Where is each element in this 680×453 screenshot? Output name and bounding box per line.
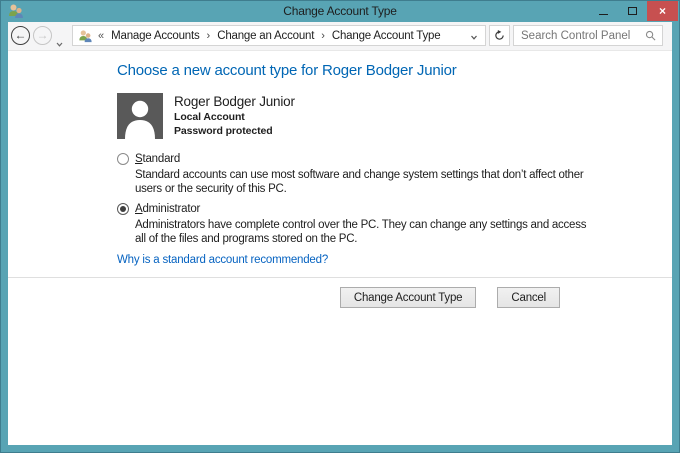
account-protection: Password protected [174, 125, 273, 137]
breadcrumb-item-manage-accounts[interactable]: Manage Accounts [109, 30, 201, 42]
option-standard-row[interactable]: Standard [117, 152, 672, 166]
titlebar[interactable]: Change Account Type × [0, 0, 680, 22]
account-name: Roger Bodger Junior [174, 94, 295, 109]
maximize-button[interactable] [618, 1, 647, 21]
account-summary: Roger Bodger Junior Local Account Passwo… [117, 93, 672, 139]
back-button[interactable]: ← [11, 26, 30, 45]
cancel-button[interactable]: Cancel [497, 287, 560, 308]
search-input[interactable] [514, 29, 645, 42]
breadcrumb-separator-icon: › [206, 29, 211, 42]
option-administrator-description: Administrators have complete control ove… [135, 219, 587, 245]
window-title: Change Account Type [283, 4, 397, 18]
refresh-button[interactable] [489, 25, 510, 46]
radio-standard[interactable] [117, 153, 129, 165]
close-icon: × [658, 4, 666, 18]
window: Change Account Type × ← → « Manage Accou… [0, 0, 680, 453]
radio-administrator[interactable] [117, 203, 129, 215]
navigation-bar: ← → ↑ [8, 22, 672, 51]
close-button[interactable]: × [647, 1, 678, 21]
maximize-icon [628, 7, 637, 15]
option-administrator-row[interactable]: Administrator [117, 202, 672, 216]
why-standard-recommended-link[interactable]: Why is a standard account recommended? [117, 254, 328, 266]
page-content: Choose a new account type for Roger Bodg… [8, 51, 672, 268]
address-bar[interactable]: « Manage Accounts › Change an Account › … [72, 25, 486, 46]
forward-icon: → [36, 28, 49, 42]
breadcrumb-separator-icon: › [321, 29, 325, 42]
forward-button[interactable]: → [33, 26, 52, 45]
change-account-type-button[interactable]: Change Account Type [339, 287, 477, 308]
chevron-down-icon [471, 35, 477, 40]
recent-pages-dropdown[interactable] [56, 34, 63, 52]
breadcrumb-overflow-chevron[interactable]: « [98, 30, 104, 42]
back-icon: ← [14, 28, 27, 42]
option-administrator: Administrator Administrators have comple… [117, 202, 672, 246]
minimize-button[interactable] [589, 1, 618, 21]
option-administrator-label[interactable]: Administrator [135, 203, 200, 215]
search-box [513, 25, 663, 46]
avatar [117, 93, 163, 139]
option-standard-description: Standard accounts can use most software … [135, 169, 584, 195]
search-icon[interactable] [645, 30, 656, 41]
breadcrumb-location-icon[interactable] [78, 29, 93, 43]
account-meta: Roger Bodger Junior Local Account Passwo… [174, 93, 295, 139]
refresh-icon [495, 30, 504, 40]
window-controls: × [589, 1, 678, 21]
window-body: ← → ↑ [8, 22, 672, 445]
minimize-icon [599, 13, 608, 15]
account-type-options: Standard Standard accounts can use most … [117, 152, 672, 246]
chevron-down-icon [56, 42, 63, 47]
account-type: Local Account [174, 111, 245, 123]
option-standard-label[interactable]: Standard [135, 153, 180, 165]
breadcrumb-item-change-an-account[interactable]: Change an Account [215, 30, 316, 42]
page-title: Choose a new account type for Roger Bodg… [117, 62, 457, 79]
option-standard: Standard Standard accounts can use most … [117, 152, 672, 196]
button-row: Change Account Type Cancel [8, 278, 672, 308]
address-dropdown-button[interactable] [470, 27, 480, 45]
breadcrumb-item-change-account-type[interactable]: Change Account Type [330, 30, 443, 42]
